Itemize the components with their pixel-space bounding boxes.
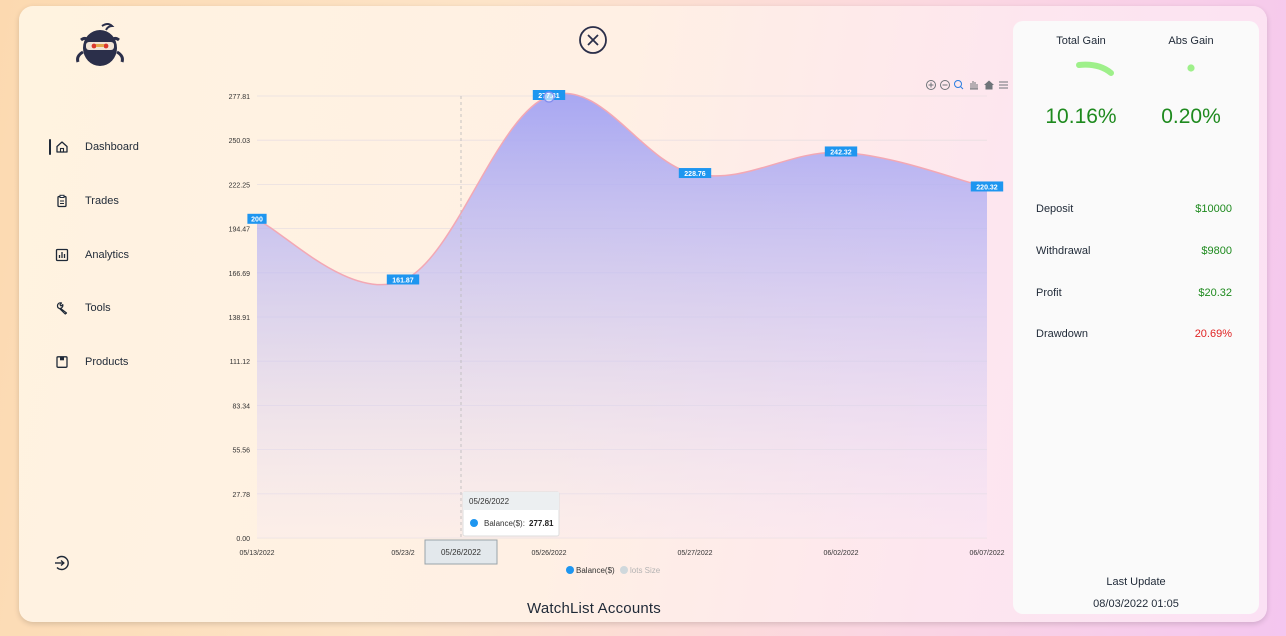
chart-toolbar (926, 80, 1008, 90)
sidebar-item-label: Trades (85, 195, 119, 207)
legend-balance[interactable]: Balance($) (576, 566, 615, 575)
total-gain-gauge (1076, 61, 1114, 76)
zoom-in-icon[interactable] (926, 80, 936, 90)
abs-gain-value: 0.20% (1161, 105, 1221, 128)
y-tick-label: 222.25 (229, 182, 251, 189)
close-button[interactable] (579, 26, 607, 54)
sidebar-item-label: Dashboard (85, 141, 139, 153)
data-label: 220.32 (970, 181, 1004, 192)
tooltip-date: 05/26/2022 (469, 497, 510, 506)
tooltip-series-marker (470, 519, 478, 527)
stat-row-deposit: Deposit $10000 (1036, 203, 1232, 215)
abs-gain-gauge (1187, 64, 1195, 72)
legend-marker-balance (566, 566, 574, 574)
chart-tooltip: 05/26/2022 Balance($): 277.81 (462, 491, 560, 537)
stat-label: Deposit (1036, 203, 1074, 215)
y-tick-label: 55.56 (232, 448, 250, 455)
last-update-value: 08/03/2022 01:05 (1093, 598, 1179, 610)
stat-row-withdrawal: Withdrawal $9800 (1036, 245, 1232, 257)
x-tick-label: 05/13/2022 (239, 550, 274, 557)
data-label-text: 228.76 (684, 171, 706, 178)
x-tick-label: 06/07/2022 (969, 550, 1004, 557)
close-icon (579, 26, 607, 54)
abs-gain-label: Abs Gain (1168, 35, 1214, 47)
x-tick-label: 06/02/2022 (823, 550, 858, 557)
box-icon (53, 353, 71, 371)
stat-row-profit: Profit $20.32 (1036, 287, 1232, 299)
data-label-text: 242.32 (830, 149, 852, 156)
stat-value: $10000 (1195, 203, 1232, 215)
tooltip-series-name: Balance($): (484, 519, 525, 528)
menu-icon[interactable] (999, 81, 1008, 89)
ninja-logo-icon[interactable] (72, 18, 128, 74)
x-tick-label: 05/27/2022 (677, 550, 712, 557)
data-label-text: 200 (251, 217, 263, 224)
page-title: WatchList Accounts (527, 600, 661, 617)
legend-marker-lots (620, 566, 628, 574)
data-label: 161.87 (386, 274, 420, 285)
y-tick-label: 194.47 (229, 227, 251, 234)
legend-lots-size[interactable]: lots Size (630, 566, 661, 575)
zoom-out-icon[interactable] (940, 80, 950, 90)
crosshair-x-label: 05/26/2022 (424, 539, 498, 565)
x-tick-label: 05/23/2 (391, 550, 414, 557)
total-gain-value: 10.16% (1045, 105, 1117, 128)
x-tick-label: 05/26/2022 (531, 550, 566, 557)
y-tick-label: 277.81 (229, 94, 251, 101)
stat-label: Drawdown (1036, 328, 1088, 340)
stat-label: Withdrawal (1036, 245, 1091, 257)
chart-legend: Balance($) lots Size (566, 566, 661, 575)
main-card: Dashboard Trades Analytics Tools Product… (19, 6, 1267, 622)
pan-icon[interactable] (970, 81, 978, 90)
stat-value: $20.32 (1198, 287, 1232, 299)
clipboard-icon (53, 192, 71, 210)
stat-label: Profit (1036, 287, 1062, 299)
home-icon[interactable] (984, 80, 994, 90)
balance-area (257, 93, 987, 539)
wrench-icon (53, 299, 71, 317)
total-gain-label: Total Gain (1056, 35, 1106, 47)
data-label: 228.76 (678, 168, 712, 179)
balance-chart-svg: 0.00 27.78 55.56 83.34 111.12 138.91 166.69 194… (229, 80, 1008, 575)
sidebar-item-label: Products (85, 356, 129, 368)
active-indicator (49, 139, 51, 155)
data-label-text: 220.32 (976, 184, 998, 191)
data-label: 242.32 (824, 146, 858, 157)
y-tick-label: 138.91 (229, 315, 251, 322)
x-axis: 05/13/2022 05/23/2 05/26/2022 05/27/2022 06/… (239, 550, 1004, 557)
stat-value: 20.69% (1194, 328, 1232, 340)
logout-icon (55, 555, 69, 571)
y-tick-label: 250.03 (229, 138, 251, 145)
stat-value: $9800 (1201, 245, 1232, 257)
y-tick-label: 27.78 (232, 492, 250, 499)
y-tick-label: 0.00 (236, 536, 250, 543)
last-update-label: Last Update (1106, 576, 1166, 588)
logout-button[interactable] (53, 554, 71, 572)
y-tick-label: 83.34 (232, 403, 250, 410)
y-tick-label: 111.12 (230, 359, 250, 366)
home-icon (53, 138, 71, 156)
balance-chart: 0.00 27.78 55.56 83.34 111.12 138.91 166.69 194… (179, 66, 1029, 591)
magnify-icon[interactable] (954, 80, 964, 90)
bar-chart-icon (53, 246, 71, 264)
y-tick-label: 166.69 (229, 271, 251, 278)
crosshair-x-text: 05/26/2022 (441, 548, 482, 557)
sidebar-item-label: Tools (85, 302, 111, 314)
stats-panel: Total Gain Abs Gain 10.16% 0.20% Deposit… (1013, 21, 1259, 614)
data-label: 200 (247, 213, 267, 224)
data-label-text: 161.87 (392, 277, 414, 284)
hover-marker (543, 91, 555, 103)
tooltip-value: 277.81 (529, 519, 554, 528)
stat-row-drawdown: Drawdown 20.69% (1036, 328, 1232, 340)
y-axis: 0.00 27.78 55.56 83.34 111.12 138.91 166.69 194… (229, 94, 251, 543)
sidebar-item-label: Analytics (85, 249, 130, 261)
